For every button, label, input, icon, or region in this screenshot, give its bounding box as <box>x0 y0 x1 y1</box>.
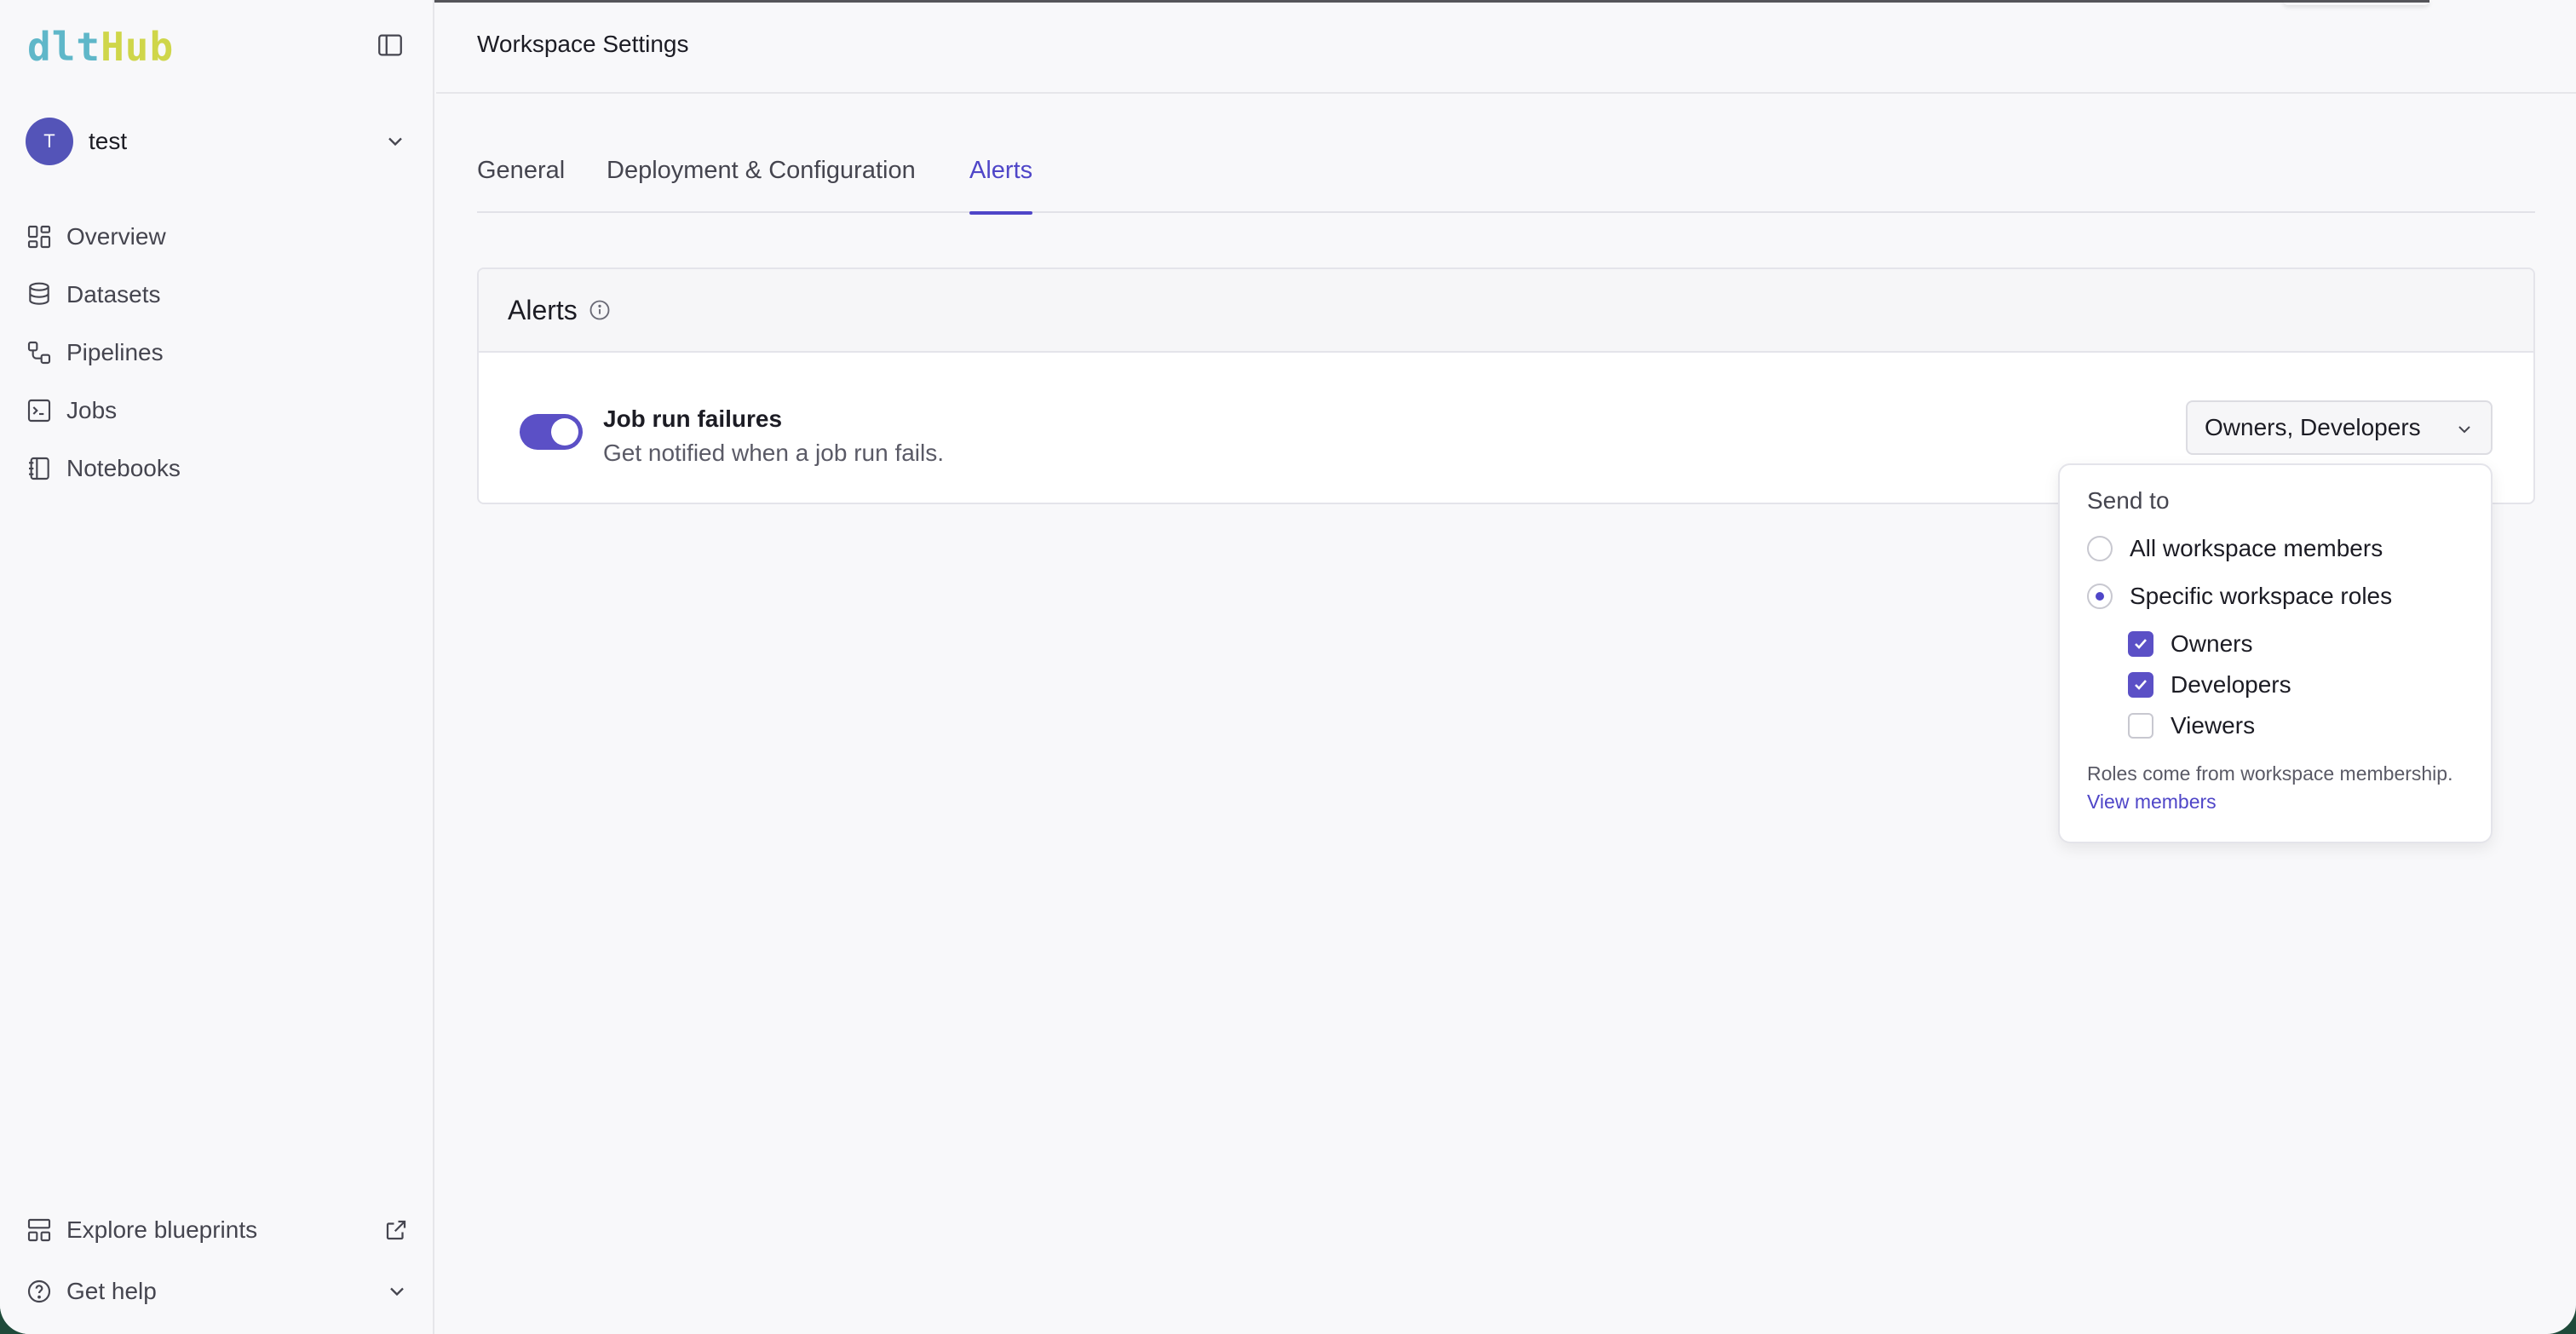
workspace-switcher[interactable]: T test <box>26 118 407 165</box>
radio-button[interactable] <box>2087 584 2113 609</box>
checkmark-icon <box>2135 680 2147 690</box>
chevron-down-icon <box>390 1287 404 1297</box>
app-window: dltHub T test Overview Datasets Pipeline… <box>0 0 2576 1334</box>
sidebar-item-notebooks[interactable]: Notebooks <box>26 440 409 497</box>
radio-specific-workspace-roles[interactable]: Specific workspace roles <box>2087 583 2392 610</box>
checkbox-owners[interactable]: Owners <box>2128 630 2252 658</box>
radio-button[interactable] <box>2087 536 2113 561</box>
settings-tabs: General Deployment & Configuration Alert… <box>477 147 2535 215</box>
checkbox-developers[interactable]: Developers <box>2128 671 2291 699</box>
alert-row-description: Get notified when a job run fails. <box>603 440 945 466</box>
sidebar-item-overview[interactable]: Overview <box>26 208 409 266</box>
checkbox-viewers[interactable]: Viewers <box>2128 712 2255 739</box>
sidebar-item-jobs[interactable]: Jobs <box>26 382 409 440</box>
popover-footer: Roles come from workspace membership. Vi… <box>2087 760 2462 816</box>
toggle-knob <box>551 418 578 446</box>
view-members-link[interactable]: View members <box>2087 791 2217 813</box>
external-link-icon <box>386 1220 406 1240</box>
sidebar-nav: Overview Datasets Pipelines Jobs Noteboo… <box>26 208 409 497</box>
alert-row-title: Job run failures <box>603 405 783 432</box>
chevron-down-icon <box>388 137 402 147</box>
chevron-down-icon <box>2458 426 2470 434</box>
tab-deployment-configuration[interactable]: Deployment & Configuration <box>607 157 916 213</box>
explore-blueprints-link[interactable]: Explore blueprints <box>26 1205 409 1256</box>
info-icon[interactable] <box>588 298 612 322</box>
overview-icon <box>27 225 51 249</box>
radio-all-workspace-members[interactable]: All workspace members <box>2087 535 2383 562</box>
get-help-menu[interactable]: Get help <box>26 1266 409 1317</box>
terminal-icon <box>27 399 51 423</box>
radio-label: Specific workspace roles <box>2130 583 2393 609</box>
alerts-card-title: Alerts <box>508 294 578 325</box>
workspace-name: test <box>89 128 128 154</box>
recipients-popover: Send to All workspace members Specific w… <box>2058 463 2493 843</box>
alerts-card-header: Alerts <box>479 269 2533 353</box>
logo-text-hub: Hub <box>101 24 175 70</box>
window-edge-shadow <box>2283 0 2429 5</box>
database-icon <box>29 282 49 305</box>
sidebar-item-pipelines[interactable]: Pipelines <box>26 324 409 382</box>
page-title: Workspace Settings <box>477 31 689 57</box>
logo-text-dlt: dlt <box>27 24 101 70</box>
sidebar-item-datasets[interactable]: Datasets <box>26 266 409 324</box>
notebook-icon <box>29 457 49 480</box>
popover-footer-text: Roles come from workspace membership. <box>2087 762 2453 785</box>
checkbox-label: Owners <box>2171 630 2253 657</box>
checkbox-label: Developers <box>2171 671 2291 698</box>
workspace-avatar: T <box>26 118 73 165</box>
sidebar-toggle-icon[interactable] <box>375 31 405 60</box>
tab-general[interactable]: General <box>477 157 565 213</box>
job-run-failures-toggle[interactable] <box>520 414 583 450</box>
dlthub-logo[interactable]: dltHub <box>27 26 174 68</box>
checkbox-label: Viewers <box>2171 712 2256 739</box>
blueprints-icon <box>27 1218 51 1242</box>
sidebar-item-label: Overview <box>66 223 166 250</box>
send-to-label: Send to <box>2087 487 2170 514</box>
tab-alerts[interactable]: Alerts <box>969 157 1033 215</box>
sidebar-item-label: Pipelines <box>66 339 164 365</box>
recipients-select[interactable]: Owners, Developers <box>2186 400 2493 455</box>
checkbox[interactable] <box>2128 631 2153 657</box>
help-circle-icon <box>27 1279 51 1303</box>
checkbox[interactable] <box>2128 713 2153 739</box>
page-header: Workspace Settings <box>436 0 2576 94</box>
sidebar: dltHub T test Overview Datasets Pipeline… <box>0 0 434 1334</box>
recipients-select-value: Owners, Developers <box>2205 414 2421 440</box>
get-help-label: Get help <box>66 1278 157 1304</box>
sidebar-item-label: Datasets <box>66 281 161 308</box>
sidebar-item-label: Jobs <box>66 397 118 423</box>
explore-blueprints-label: Explore blueprints <box>66 1216 258 1243</box>
sidebar-item-label: Notebooks <box>66 455 181 481</box>
pipeline-icon <box>27 341 51 365</box>
checkmark-icon <box>2135 639 2147 649</box>
checkbox[interactable] <box>2128 672 2153 698</box>
radio-label: All workspace members <box>2130 535 2383 561</box>
